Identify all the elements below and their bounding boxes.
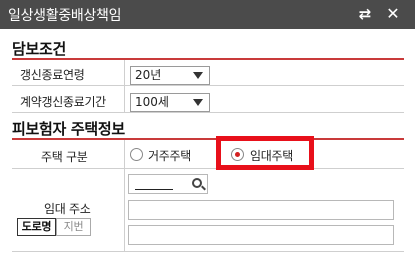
contract-renewal-period-select[interactable]: 100세 xyxy=(130,93,210,112)
address-detail-input[interactable] xyxy=(128,225,394,245)
rental-address-label: 임대 주소 xyxy=(44,202,91,216)
column-divider xyxy=(124,60,125,112)
renewal-end-age-value: 20년 xyxy=(135,68,162,82)
rental-house-radio[interactable] xyxy=(231,148,244,161)
address-input[interactable] xyxy=(128,200,394,220)
zipcode-search-field[interactable] xyxy=(128,174,208,194)
chevron-down-icon xyxy=(193,72,203,79)
window-titlebar: 일상생활중배상책임 ⇄ ✕ xyxy=(0,0,415,29)
row-divider xyxy=(12,251,404,252)
close-icon[interactable]: ✕ xyxy=(384,5,402,23)
road-address-button[interactable]: 도로명 xyxy=(17,218,56,236)
swap-arrows-icon[interactable]: ⇄ xyxy=(356,5,374,23)
row-divider xyxy=(12,85,404,86)
house-type-label: 주택 구분 xyxy=(41,150,88,164)
residence-house-radio[interactable] xyxy=(130,148,143,161)
chevron-down-icon xyxy=(193,99,203,106)
contract-renewal-period-label: 계약갱신종료기간 xyxy=(20,95,106,109)
renewal-end-age-select[interactable]: 20년 xyxy=(130,66,210,85)
search-icon[interactable] xyxy=(192,178,202,188)
house-info-section-title: 피보험자 주택정보 xyxy=(12,120,125,138)
row-divider xyxy=(12,168,404,169)
section-divider xyxy=(12,138,404,140)
residence-house-label[interactable]: 거주주택 xyxy=(148,147,191,164)
window-title: 일상생활중배상책임 xyxy=(8,8,122,24)
renewal-end-age-label: 갱신종료연령 xyxy=(20,68,85,82)
rental-house-label[interactable]: 임대주택 xyxy=(250,147,293,164)
coverage-section-title: 담보조건 xyxy=(12,40,67,58)
zipcode-value xyxy=(135,178,173,190)
contract-renewal-period-value: 100세 xyxy=(135,95,169,109)
row-divider xyxy=(12,112,404,113)
lot-address-button[interactable]: 지번 xyxy=(56,218,91,236)
column-divider xyxy=(124,140,125,251)
section-divider xyxy=(12,58,404,60)
